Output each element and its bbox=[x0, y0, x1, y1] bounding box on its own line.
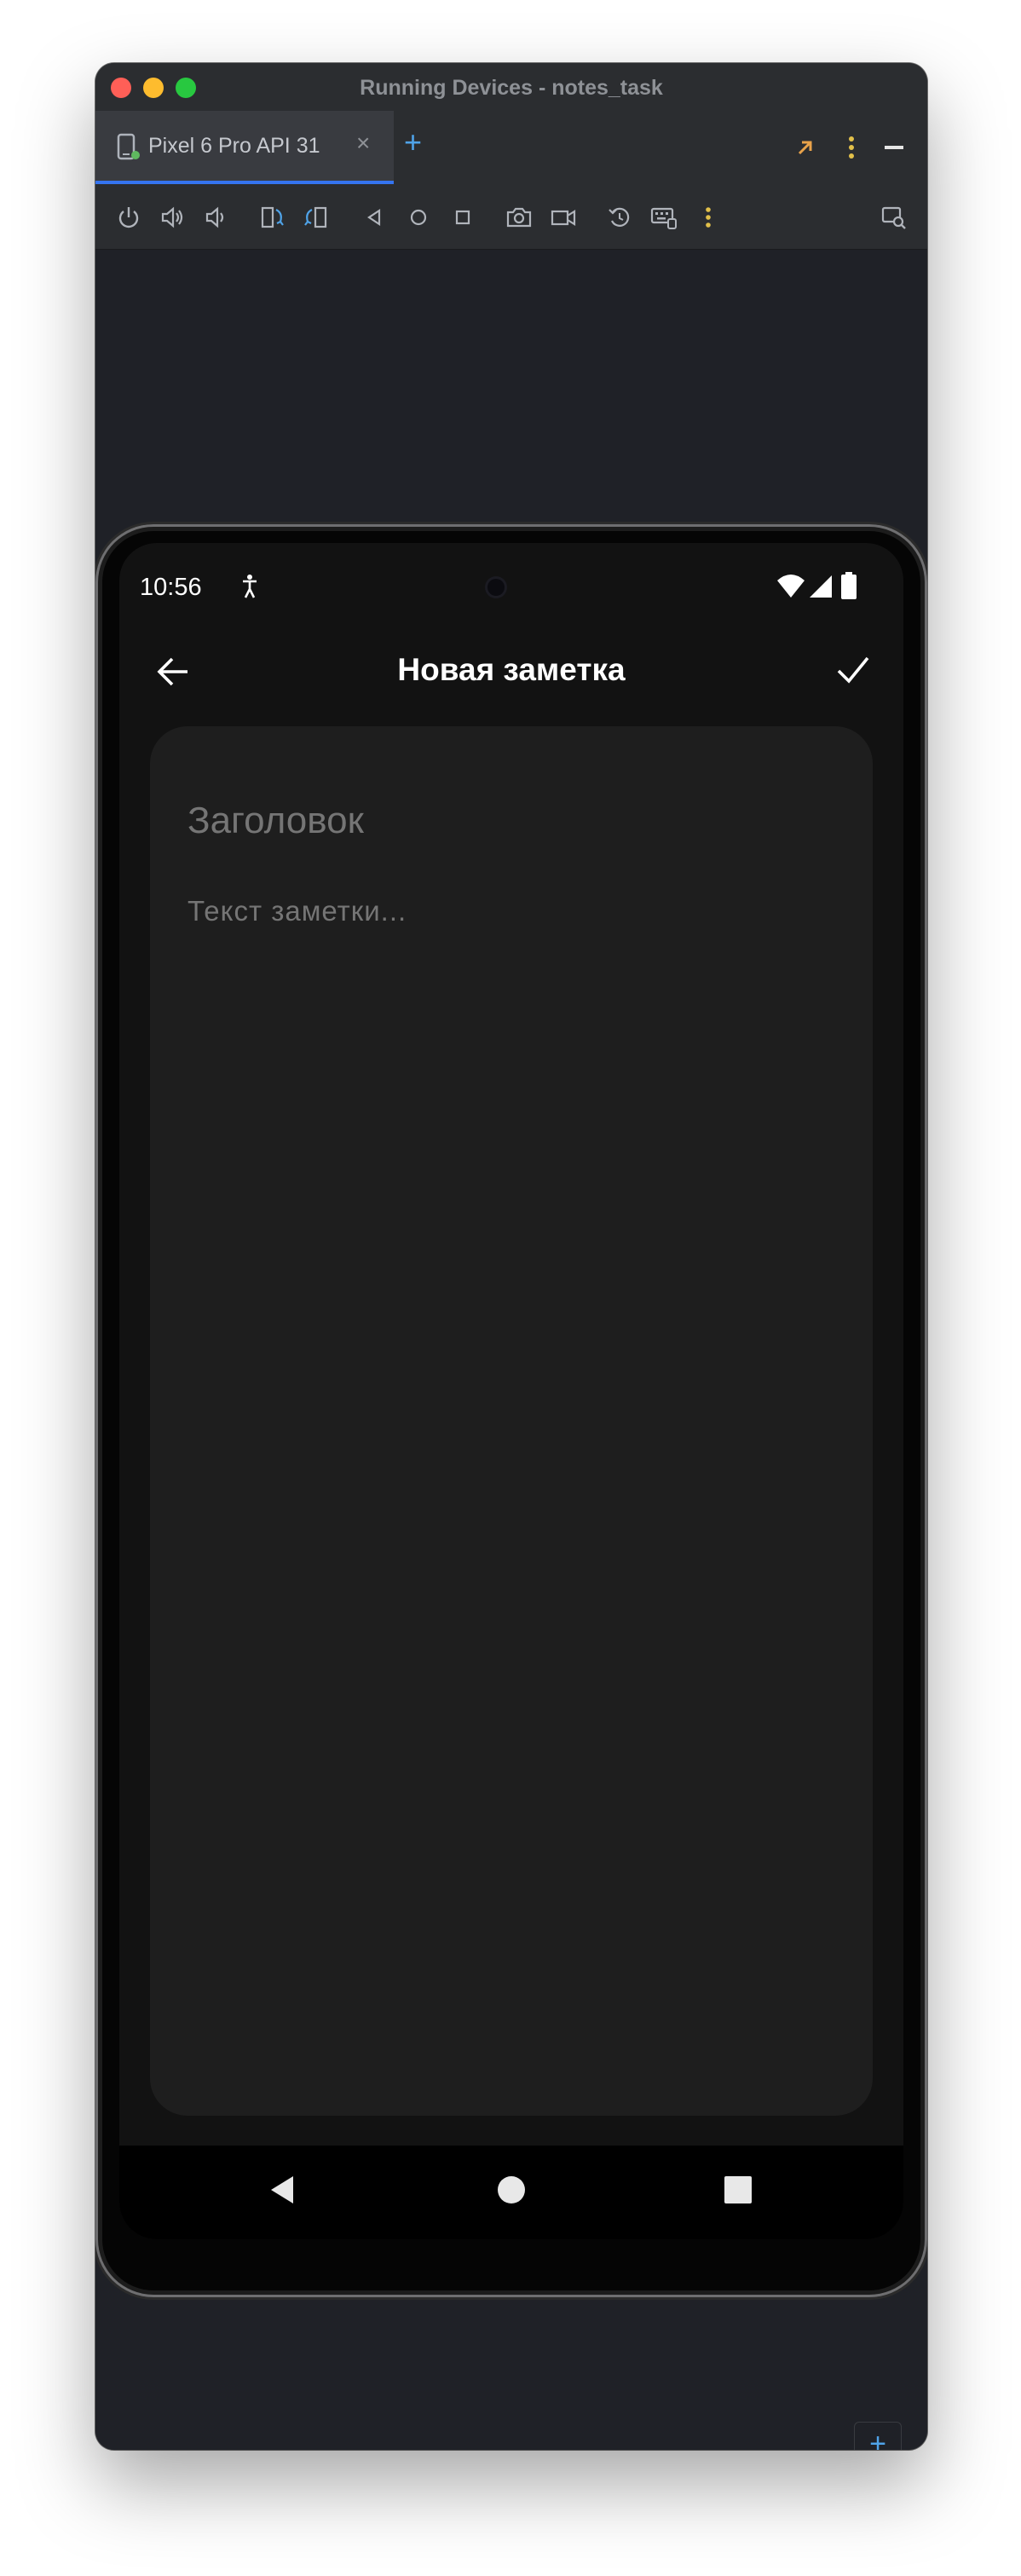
add-tab-button[interactable]: + bbox=[404, 124, 422, 160]
rotate-right-icon[interactable] bbox=[302, 203, 331, 232]
options-menu-icon[interactable] bbox=[839, 111, 864, 184]
tab-close-icon[interactable]: × bbox=[356, 130, 370, 157]
overview-icon[interactable] bbox=[448, 203, 477, 232]
wifi-icon bbox=[777, 575, 805, 598]
zoom-in-button[interactable]: + bbox=[855, 2428, 901, 2450]
nav-overview-icon[interactable] bbox=[723, 2175, 753, 2205]
status-time: 10:56 bbox=[140, 574, 202, 601]
phone-screen: 10:56 Новая заметка Заголовок Текст заме… bbox=[119, 543, 903, 2239]
android-status-bar: 10:56 bbox=[119, 543, 903, 620]
tab-bar: Pixel 6 Pro API 31 × + bbox=[95, 111, 927, 184]
device-icon bbox=[116, 133, 141, 166]
more-icon[interactable] bbox=[694, 203, 723, 232]
expand-icon[interactable] bbox=[793, 111, 818, 184]
tab-device[interactable]: Pixel 6 Pro API 31 × bbox=[95, 111, 394, 184]
reset-icon[interactable] bbox=[605, 203, 634, 232]
device-canvas: 10:56 Новая заметка Заголовок Текст заме… bbox=[95, 250, 927, 2450]
note-body-input[interactable] bbox=[187, 895, 835, 927]
screen-record-icon[interactable] bbox=[549, 203, 578, 232]
screenshot-icon[interactable] bbox=[505, 203, 534, 232]
rotate-left-icon[interactable] bbox=[257, 203, 286, 232]
app-bar: Новая заметка bbox=[119, 620, 903, 722]
battery-icon bbox=[841, 572, 857, 599]
zoom-controls: + − bbox=[854, 2422, 902, 2450]
keyboard-icon[interactable] bbox=[649, 203, 678, 232]
android-nav-bar bbox=[119, 2146, 903, 2239]
page-title: Новая заметка bbox=[397, 652, 626, 687]
running-devices-window: Running Devices - notes_task Pixel 6 Pro… bbox=[95, 63, 927, 2450]
note-title-input[interactable] bbox=[187, 800, 835, 842]
phone-frame: 10:56 Новая заметка Заголовок Текст заме… bbox=[95, 524, 927, 2297]
window-title: Running Devices - notes_task bbox=[360, 76, 663, 100]
home-icon[interactable] bbox=[404, 203, 433, 232]
window-titlebar: Running Devices - notes_task bbox=[95, 63, 927, 112]
nav-home-icon[interactable] bbox=[494, 2173, 528, 2207]
signal-icon bbox=[810, 575, 832, 598]
note-editor-card bbox=[150, 726, 873, 2116]
power-icon[interactable] bbox=[114, 203, 143, 232]
volume-up-icon[interactable] bbox=[159, 203, 187, 232]
device-mirror-icon[interactable] bbox=[880, 203, 909, 232]
front-camera bbox=[487, 579, 505, 596]
save-check-icon[interactable] bbox=[834, 650, 873, 690]
accessibility-icon bbox=[243, 575, 257, 598]
back-icon[interactable] bbox=[360, 203, 389, 232]
nav-back-icon[interactable] bbox=[266, 2173, 300, 2207]
device-toolbar bbox=[95, 184, 927, 250]
hide-panel-icon[interactable] bbox=[880, 111, 909, 184]
volume-down-icon[interactable] bbox=[201, 203, 230, 232]
tab-label: Pixel 6 Pro API 31 bbox=[148, 134, 320, 158]
